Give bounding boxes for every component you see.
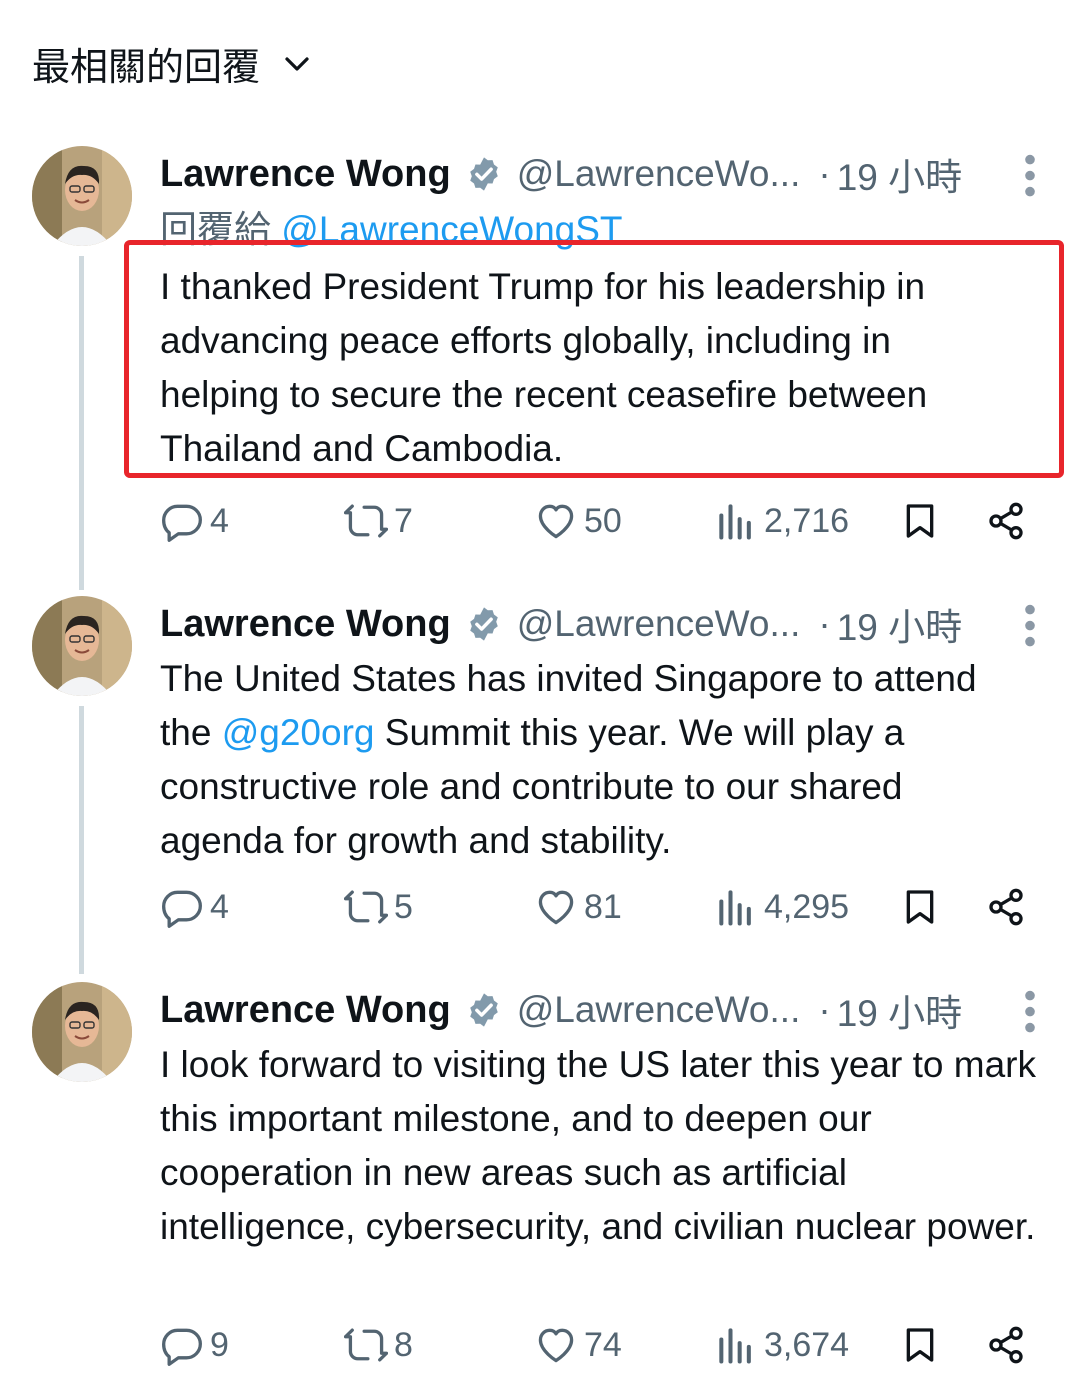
share-icon [989, 1326, 1023, 1364]
like-button[interactable]: 50 [534, 496, 622, 546]
views-count: 2,716 [764, 501, 850, 540]
bookmark-button[interactable] [900, 882, 946, 932]
reply-button[interactable]: 4 [160, 882, 229, 932]
tweet-text: I look forward to visiting the US later … [160, 1038, 1040, 1254]
timestamp[interactable]: 19 小時 [837, 983, 962, 1037]
reply-count: 9 [210, 1325, 229, 1364]
bookmark-button[interactable] [900, 1320, 946, 1370]
timestamp[interactable]: 19 小時 [837, 597, 962, 651]
views-button[interactable]: 3,674 [714, 1320, 849, 1370]
reply-mention-link[interactable]: @LawrenceWongST [281, 209, 622, 250]
more-options-icon[interactable] [1015, 986, 1045, 1034]
reply-button[interactable]: 4 [160, 496, 229, 546]
bookmark-icon [906, 890, 934, 924]
repost-button[interactable]: 5 [344, 882, 413, 932]
repost-icon [344, 890, 388, 924]
repost-button[interactable]: 7 [344, 496, 413, 546]
author-name[interactable]: Lawrence Wong [160, 989, 451, 1032]
share-button[interactable] [986, 882, 1032, 932]
views-chart-icon [719, 1328, 751, 1364]
reply-count: 4 [210, 887, 229, 926]
tweet-text-body: I look forward to visiting the US later … [160, 1044, 1037, 1247]
share-button[interactable] [986, 496, 1032, 546]
separator-dot: · [818, 153, 831, 194]
views-count: 3,674 [764, 1325, 850, 1364]
tweet-text: The United States has invited Singapore … [160, 652, 1000, 868]
repost-button[interactable]: 8 [344, 1320, 413, 1370]
heart-icon [538, 504, 574, 539]
tweet-header: Lawrence Wong @LawrenceWo... · 19 小時 [160, 596, 1040, 652]
heart-icon [538, 890, 574, 925]
author-handle[interactable]: @LawrenceWo... [517, 603, 801, 645]
sort-dropdown[interactable]: 最相關的回覆 [32, 36, 312, 91]
thread-line [79, 706, 84, 974]
sort-label: 最相關的回覆 [32, 47, 261, 89]
avatar[interactable] [32, 982, 132, 1082]
chevron-down-icon [285, 56, 309, 71]
author-handle[interactable]: @LawrenceWo... [517, 989, 801, 1031]
more-options-icon[interactable] [1015, 600, 1045, 648]
more-options-icon[interactable] [1015, 150, 1045, 198]
tweet-text-body: I thanked President Trump for his leader… [160, 266, 928, 469]
reply-to-line: 回覆給 @LawrenceWongST [160, 202, 1040, 258]
like-count: 81 [584, 887, 622, 926]
share-icon [989, 888, 1023, 926]
views-count: 4,295 [764, 887, 850, 926]
like-button[interactable]: 81 [534, 882, 622, 932]
like-count: 50 [584, 501, 622, 540]
avatar[interactable] [32, 146, 132, 246]
repost-count: 5 [394, 887, 413, 926]
verified-badge-icon [469, 993, 498, 1027]
separator-dot: · [818, 603, 831, 644]
views-chart-icon [719, 890, 751, 926]
mention-link[interactable]: @g20org [222, 712, 375, 753]
author-handle[interactable]: @LawrenceWo... [517, 153, 801, 195]
author-name[interactable]: Lawrence Wong [160, 153, 451, 196]
tweet-actions: 4 7 50 2,716 [160, 496, 1040, 546]
heart-icon [538, 1328, 574, 1363]
separator-dot: · [818, 989, 831, 1030]
like-button[interactable]: 74 [534, 1320, 622, 1370]
repost-icon [344, 1328, 388, 1362]
author-name[interactable]: Lawrence Wong [160, 603, 451, 646]
reply-icon [162, 504, 202, 542]
views-button[interactable]: 2,716 [714, 496, 849, 546]
reply-icon [162, 1328, 202, 1366]
reply-prefix: 回覆給 [160, 209, 271, 250]
reply-icon [162, 890, 202, 928]
reply-count: 4 [210, 501, 229, 540]
verified-badge-icon [469, 607, 498, 641]
bookmark-button[interactable] [900, 496, 946, 546]
repost-icon [344, 504, 388, 538]
verified-badge-icon [469, 157, 498, 191]
share-icon [989, 502, 1023, 540]
repost-count: 8 [394, 1325, 413, 1364]
tweet-actions: 9 8 74 3,674 [160, 1320, 1040, 1370]
like-count: 74 [584, 1325, 622, 1364]
tweet-header: Lawrence Wong @LawrenceWo... · 19 小時 [160, 982, 1040, 1038]
bookmark-icon [906, 1328, 934, 1362]
timestamp[interactable]: 19 小時 [837, 147, 962, 201]
tweet-text: I thanked President Trump for his leader… [160, 260, 1020, 476]
bookmark-icon [906, 504, 934, 538]
share-button[interactable] [986, 1320, 1032, 1370]
views-chart-icon [719, 504, 751, 540]
reply-button[interactable]: 9 [160, 1320, 229, 1370]
views-button[interactable]: 4,295 [714, 882, 849, 932]
thread-line [79, 256, 84, 590]
tweet-actions: 4 5 81 4,295 [160, 882, 1040, 932]
tweet-header: Lawrence Wong @LawrenceWo... · 19 小時 [160, 146, 1040, 202]
repost-count: 7 [394, 501, 413, 540]
avatar[interactable] [32, 596, 132, 696]
